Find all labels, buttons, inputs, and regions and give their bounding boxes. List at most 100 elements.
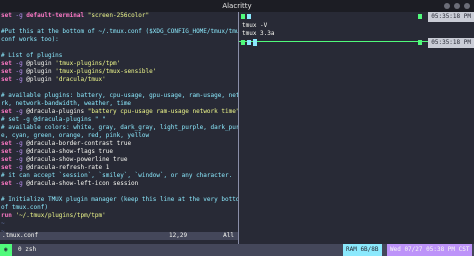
editor-token: @dracula-border-contrast true xyxy=(26,140,132,147)
editor-token: @dracula-show-flags true xyxy=(26,148,113,155)
editor-token: default-terminal xyxy=(26,12,88,19)
editor-token: "battery cpu-usage ram-usage network tim… xyxy=(87,108,238,115)
window-title: Alacritty xyxy=(222,2,252,10)
editor-pane[interactable]: set -g default-terminal "screen-256color… xyxy=(0,12,238,232)
editor-token: set xyxy=(1,164,16,171)
prompt-check-icon xyxy=(418,40,422,45)
editor-token: "screen-256color" xyxy=(87,12,150,19)
editor-line: set -g default-terminal "screen-256color… xyxy=(0,12,238,20)
editor-token: '~/.tmux/plugins/tpm/tpm' xyxy=(15,212,106,219)
title-bar: Alacritty xyxy=(0,0,474,12)
editor-line: #Put this at the bottom of ~/.tmux.conf … xyxy=(0,28,238,36)
prompt-folder-icon xyxy=(247,14,251,19)
editor-token: conf works too): xyxy=(1,36,59,43)
shell-command: tmux -V xyxy=(242,22,268,29)
statusline-position: 12,29 xyxy=(169,232,188,239)
editor-token: set xyxy=(1,60,16,67)
statusline-scroll: All xyxy=(223,232,234,239)
tmux-window-tab[interactable]: 0 zsh xyxy=(14,244,40,256)
editor-token: # available colors: white, gray, dark_gr… xyxy=(1,124,238,131)
editor-token: set xyxy=(1,108,16,115)
shell-cursor[interactable] xyxy=(253,39,257,46)
editor-line: set -g @dracula-plugins "battery cpu-usa… xyxy=(0,108,238,116)
editor-token: set xyxy=(1,148,16,155)
editor-token: # it can accept `session`, `smiley`, `wi… xyxy=(1,172,233,179)
editor-line: # Initialize TMUX plugin manager (keep t… xyxy=(0,196,238,204)
editor-line: set -g @dracula-border-contrast true xyxy=(0,140,238,148)
maximize-icon[interactable] xyxy=(454,3,460,9)
editor-token: # List of plugins xyxy=(1,52,63,59)
editor-token: #Put this at the bottom of ~/.tmux.conf … xyxy=(1,28,238,35)
editor-line: run '~/.tmux/plugins/tpm/tpm' xyxy=(0,212,238,220)
editor-line: conf works too): xyxy=(0,36,238,44)
tmux-session-icon: ◉ xyxy=(0,244,12,256)
editor-token: 'dracula/tmux' xyxy=(55,76,106,83)
editor-line: set -g @dracula-show-flags true xyxy=(0,148,238,156)
editor-token: -g xyxy=(15,108,27,115)
editor-token: -g xyxy=(15,68,27,75)
editor-token: set xyxy=(1,76,16,83)
editor-line: set -g @dracula-show-left-icon session xyxy=(0,180,238,188)
editor-token: # available plugins: battery, cpu-usage,… xyxy=(1,92,238,99)
prompt-apple-icon xyxy=(241,40,245,45)
minimize-icon[interactable] xyxy=(444,3,450,9)
editor-token: @dracula-plugins xyxy=(26,108,88,115)
editor-token: # Initialize TMUX plugin manager (keep t… xyxy=(1,196,238,203)
terminal-window: Alacritty set -g default-terminal "scree… xyxy=(0,0,474,256)
editor-token: -g xyxy=(15,164,27,171)
editor-token: set xyxy=(1,180,16,187)
editor-line: rk, network-bandwidth, weather, time xyxy=(0,100,238,108)
shell-pane[interactable]: 05:35:18 PM tmux -V tmux 3.3a 05:35:18 P… xyxy=(241,12,474,244)
editor-line: set -g @plugin 'tmux-plugins/tpm' xyxy=(0,60,238,68)
editor-token: @dracula-show-left-icon session xyxy=(26,180,139,187)
editor-token: @plugin xyxy=(26,76,56,83)
editor-token: rk, network-bandwidth, weather, time xyxy=(1,100,132,107)
shell-output: tmux 3.3a xyxy=(242,30,275,37)
editor-token: e, cyan, green, orange, red, pink, yello… xyxy=(1,132,150,139)
editor-token: 'tmux-plugins/tpm' xyxy=(55,60,121,67)
editor-token: @dracula-show-powerline true xyxy=(26,156,128,163)
tmux-ram-segment: RAM 6B/8B xyxy=(343,244,382,256)
editor-line: # set -g @dracula-plugins " " xyxy=(0,116,238,124)
editor-line: # available plugins: battery, cpu-usage,… xyxy=(0,92,238,100)
editor-line: # available colors: white, gray, dark_gr… xyxy=(0,124,238,132)
editor-line: set -g @dracula-refresh-rate 1 xyxy=(0,164,238,172)
editor-line: # List of plugins xyxy=(0,52,238,60)
editor-token: set xyxy=(1,156,16,163)
editor-token: set xyxy=(1,140,16,147)
editor-line: set -g @plugin 'dracula/tmux' xyxy=(0,76,238,84)
editor-token: @dracula-refresh-rate 1 xyxy=(26,164,110,171)
editor-token: ~ xyxy=(1,220,5,227)
editor-token: -g xyxy=(15,140,27,147)
editor-line: ~ xyxy=(0,220,238,228)
editor-token: -g xyxy=(15,60,27,67)
editor-line: of tmux.conf) xyxy=(0,204,238,212)
editor-token: set xyxy=(1,12,16,19)
editor-token: 'tmux-plugins/tmux-sensible' xyxy=(55,68,157,75)
editor-token: -g xyxy=(15,76,27,83)
statusline-file: .tmux.conf xyxy=(2,232,39,239)
editor-token: # set -g @dracula-plugins " " xyxy=(1,116,106,123)
editor-token: run xyxy=(1,212,16,219)
prompt-check-icon xyxy=(418,14,422,19)
editor-token: -g xyxy=(15,12,27,19)
editor-line: set -g @plugin 'tmux-plugins/tmux-sensib… xyxy=(0,68,238,76)
editor-line: e, cyan, green, orange, red, pink, yello… xyxy=(0,132,238,140)
close-icon[interactable] xyxy=(464,3,470,9)
tmux-status-bar: ◉ 0 zsh RAM 6B/8B Wed 07/27 05:38 PM CST xyxy=(0,244,474,256)
prompt-time-bottom: 05:35:18 PM xyxy=(428,38,474,48)
editor-token: -g xyxy=(15,148,27,155)
editor-token: set xyxy=(1,68,16,75)
vim-statusline: .tmux.conf 12,29 All xyxy=(0,232,238,240)
tmux-time-segment: Wed 07/27 05:38 PM CST xyxy=(387,244,473,256)
prompt-time-top: 05:35:18 PM xyxy=(428,12,474,22)
editor-token: -g xyxy=(15,180,27,187)
pane-divider[interactable] xyxy=(238,12,239,244)
editor-line: set -g @dracula-show-powerline true xyxy=(0,156,238,164)
prompt-folder-icon xyxy=(247,40,251,45)
editor-token: of tmux.conf) xyxy=(1,204,48,211)
